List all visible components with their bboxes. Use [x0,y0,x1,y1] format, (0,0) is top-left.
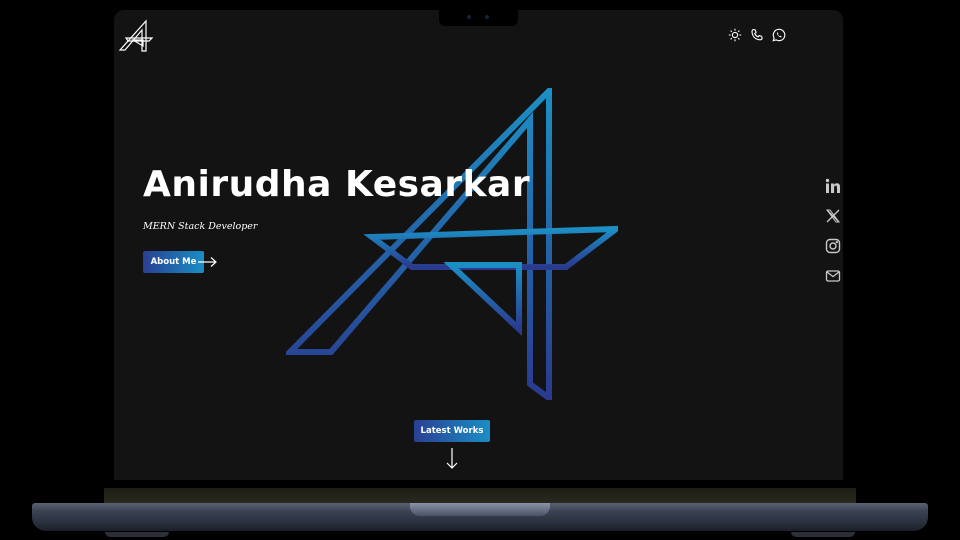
camera-notch [439,10,518,26]
hero-role: MERN Stack Developer [143,221,258,232]
hero-logo-graphic [286,88,618,400]
about-me-button[interactable]: About Me [143,251,204,273]
site-logo-icon[interactable] [118,18,154,52]
linkedin-icon[interactable] [825,178,841,194]
mail-icon[interactable] [825,268,841,284]
phone-icon[interactable] [750,28,764,42]
whatsapp-icon[interactable] [772,28,786,42]
social-links [825,178,841,284]
hero-name: Anirudha Kesarkar [143,164,531,205]
laptop-opening-notch [410,503,550,516]
sun-icon[interactable] [728,28,742,42]
latest-works-button[interactable]: Latest Works [414,420,490,442]
header-actions [728,28,786,42]
laptop-screen: Anirudha Kesarkar MERN Stack Developer A… [114,10,843,480]
instagram-icon[interactable] [825,238,841,254]
arrow-down-icon[interactable] [445,448,459,470]
laptop-foot-right [791,532,855,537]
camera-icon [467,15,471,19]
laptop-foot-left [105,532,169,537]
x-icon[interactable] [825,208,841,224]
laptop-hinge [104,488,856,504]
arrow-right-icon [198,257,217,267]
sensor-icon [485,15,489,19]
